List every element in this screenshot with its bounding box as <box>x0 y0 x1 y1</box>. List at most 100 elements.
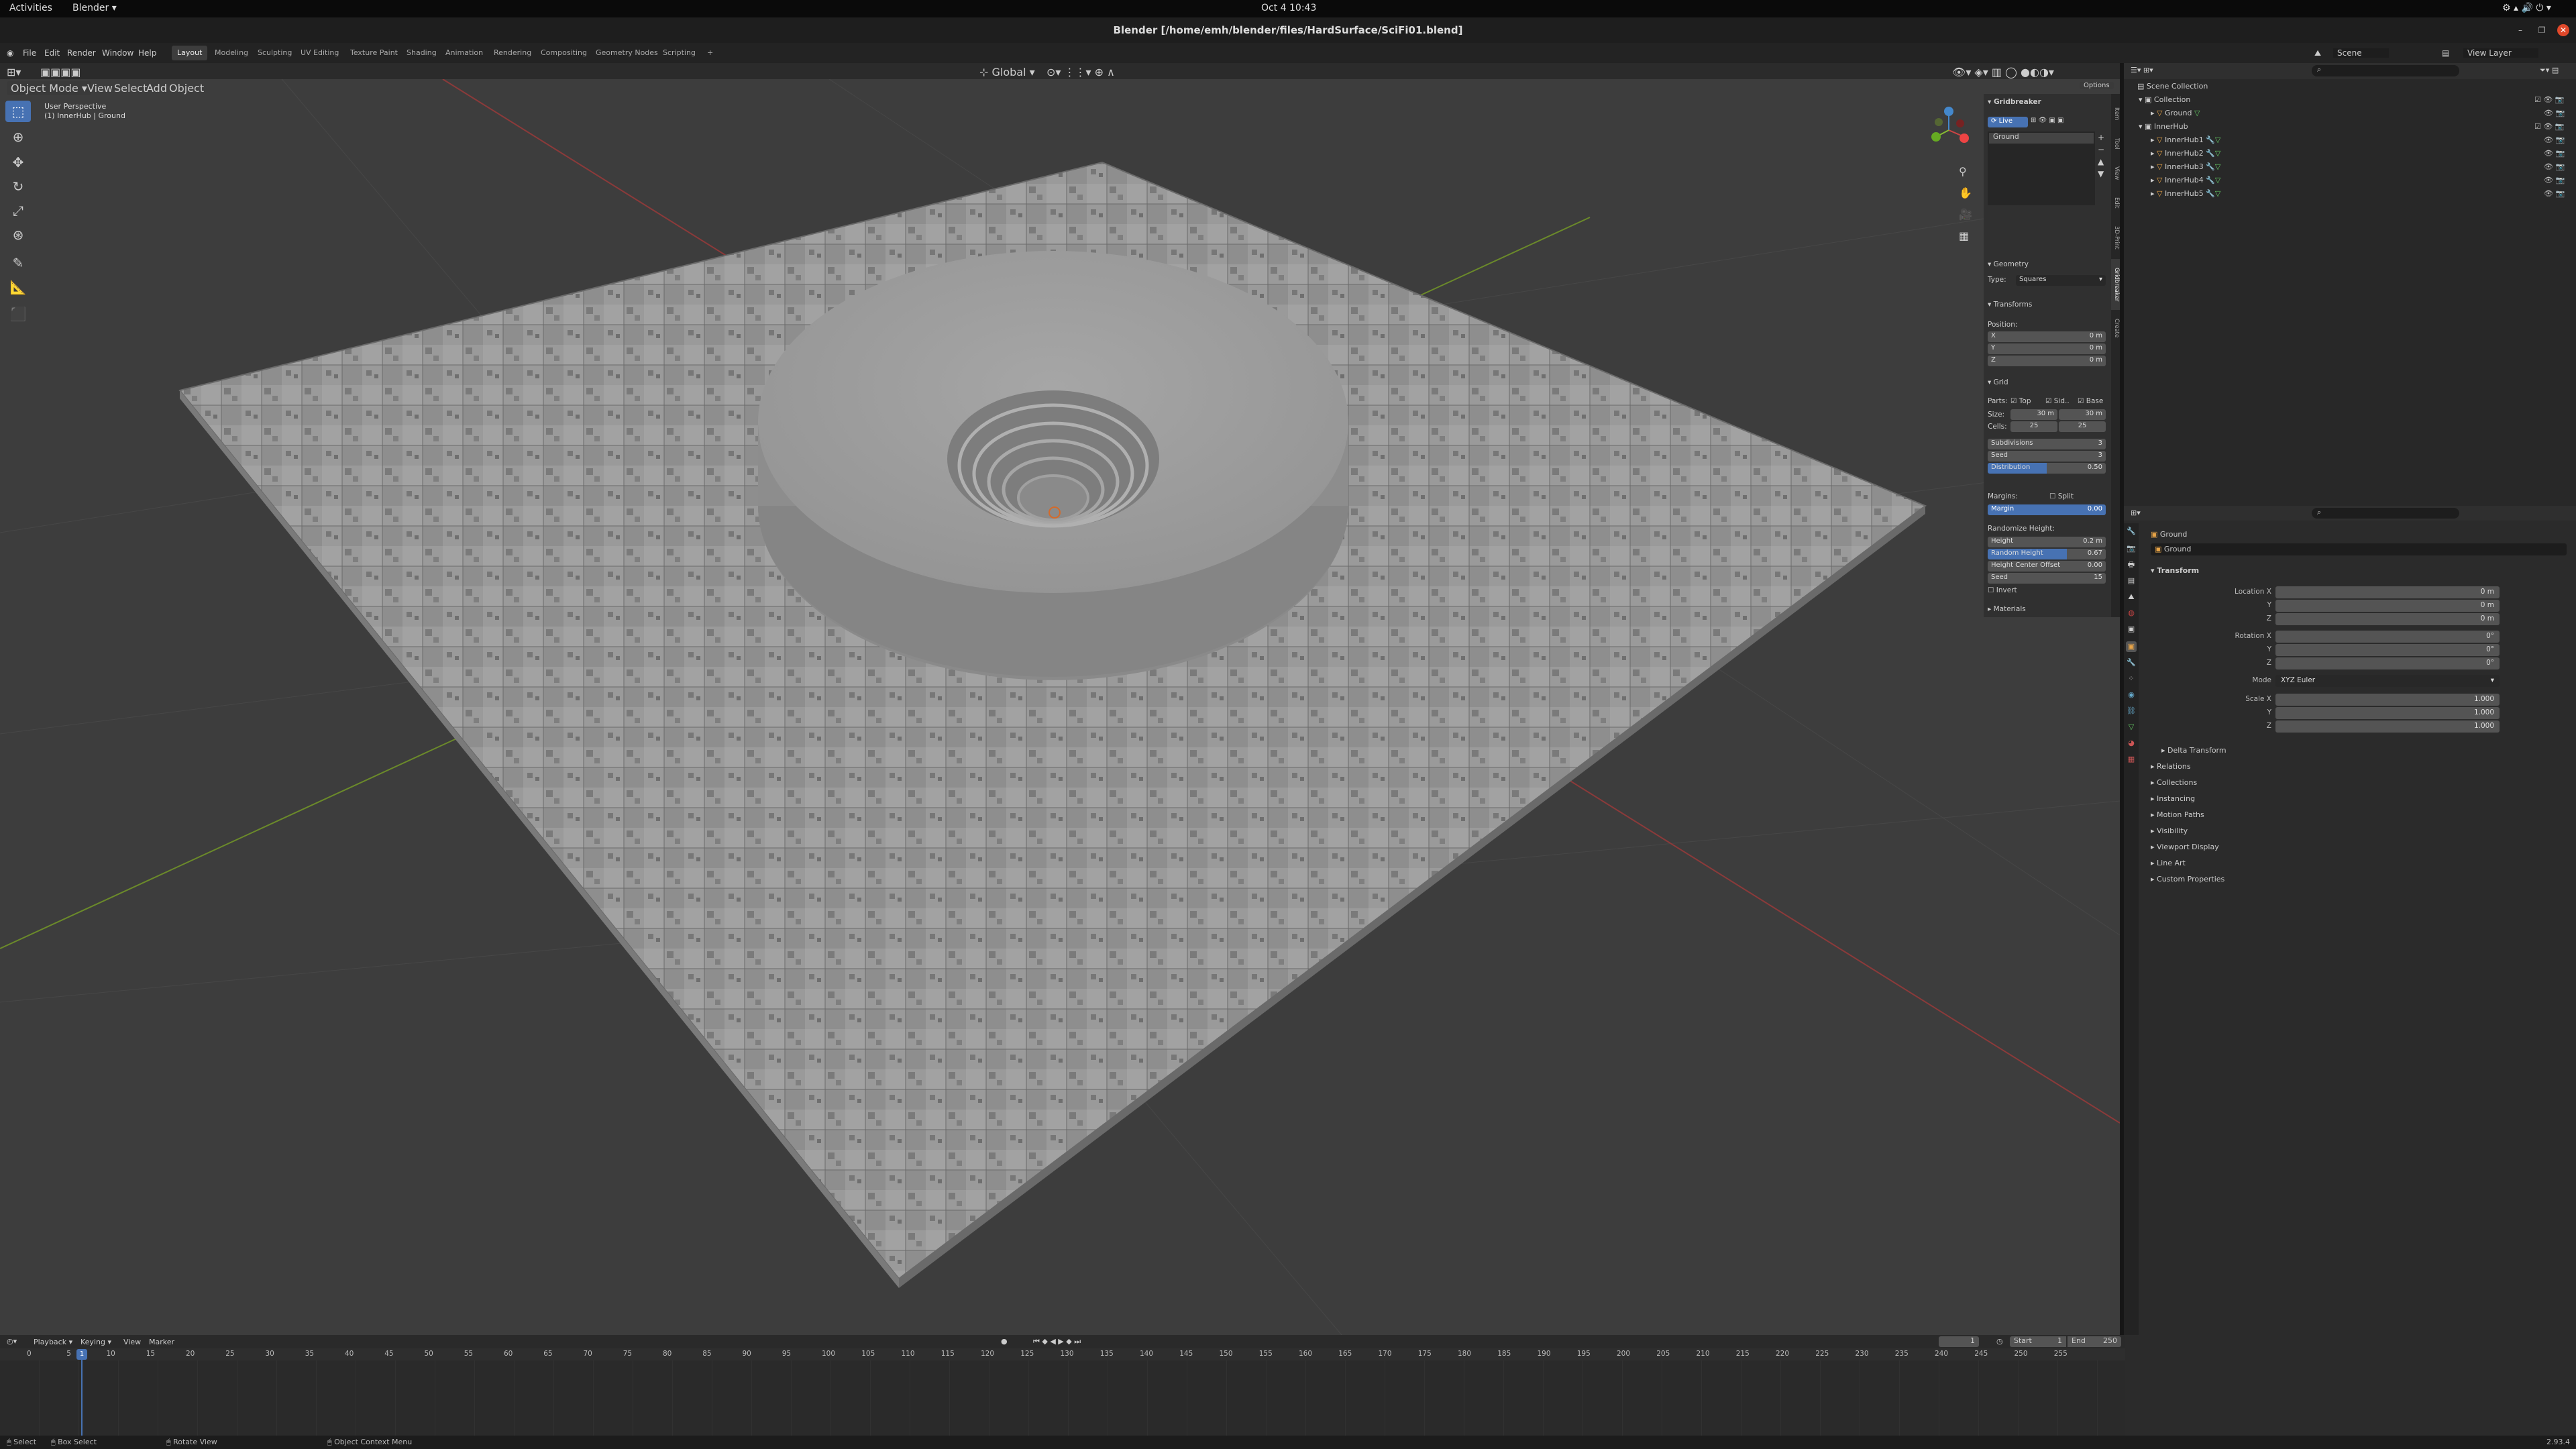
navigation-gizmo[interactable] <box>1919 103 1979 157</box>
activities-button[interactable]: Activities <box>9 3 52 13</box>
tab-3d-print[interactable]: 3D-Print <box>2111 219 2120 256</box>
timeline-track-area[interactable] <box>0 1360 2125 1436</box>
menu-render[interactable]: Render <box>67 48 96 58</box>
playback-controls[interactable]: ⏮ ◆ ◀ ▶ ◆ ⏭ <box>1033 1337 1081 1346</box>
scale-y-field[interactable]: 1.000 <box>2275 707 2500 719</box>
physics-tab-icon[interactable]: ◉ <box>2126 690 2137 700</box>
tab-edit[interactable]: Edit <box>2111 189 2120 216</box>
snap-icons[interactable]: ⊙▾ ⋮⋮▾ ⊕ ∧ <box>1046 66 1115 78</box>
end-frame-field[interactable]: End 250 <box>2068 1336 2121 1347</box>
timeline-editor-icon[interactable]: ◴▾ <box>7 1337 17 1346</box>
current-frame-field[interactable]: 1 <box>1939 1336 1979 1347</box>
menu-keying[interactable]: Keying ▾ <box>80 1338 111 1346</box>
menu-playback[interactable]: Playback ▾ <box>34 1338 72 1346</box>
viewport-nav-buttons[interactable]: ⚲ ✋ 🎥 ▦ <box>1959 161 1972 247</box>
rotation-y-field[interactable]: 0° <box>2275 644 2500 656</box>
distribution-slider[interactable]: Distribution 0.50 <box>1988 463 2106 474</box>
workspace-tab-compositing[interactable]: Compositing <box>535 46 592 60</box>
menu-file[interactable]: File <box>23 48 36 58</box>
custom-properties-header[interactable]: ▸ Custom Properties <box>2151 875 2224 883</box>
height-field[interactable]: Height 0.2 m <box>1988 537 2106 547</box>
cells-x-field[interactable]: 25 <box>2010 421 2057 432</box>
select-mode-icons[interactable]: ▣▣▣▣ <box>40 66 80 78</box>
height-center-offset-field[interactable]: Height Center Offset 0.00 <box>1988 561 2106 572</box>
record-icon[interactable]: ● <box>1001 1337 1008 1346</box>
add-cube-tool-icon[interactable]: ⬛ <box>5 303 31 325</box>
outliner-item-collection[interactable]: ▾ ▣ Collection ☑ 👁 📷 <box>2124 95 2576 109</box>
outliner-item-innerhub4[interactable]: ▸ ▽ InnerHub4 🔧▽ 👁 📷 <box>2124 176 2576 189</box>
rotation-mode-dropdown[interactable]: XYZ Euler ▾ <box>2275 675 2500 687</box>
outliner-editor-icon[interactable]: ☰▾ ⊞▾ <box>2131 66 2153 74</box>
start-frame-field[interactable]: Start 1 <box>2010 1336 2066 1347</box>
rotation-z-field[interactable]: 0° <box>2275 657 2500 669</box>
live-icons[interactable]: ⊞ 👁 ▣ ▣ <box>2031 117 2064 124</box>
list-side-buttons[interactable]: + − ▲ ▼ <box>2098 131 2104 180</box>
clock[interactable]: Oct 4 10:43 <box>1261 3 1316 13</box>
menu-view[interactable]: View <box>87 82 113 95</box>
transform-tool-icon[interactable]: ⊛ <box>5 224 31 246</box>
texture-tab-icon[interactable]: ▦ <box>2126 754 2137 765</box>
maximize-icon[interactable]: ❐ <box>2536 24 2548 36</box>
add-workspace-button[interactable]: + <box>702 46 718 60</box>
part-base-checkbox[interactable]: ☑ Base <box>2078 397 2103 405</box>
3d-viewport[interactable]: ⊞▾ ▣▣▣▣ ⊹ Global ▾ ⊙▾ ⋮⋮▾ ⊕ ∧ 👁▾ ◈▾ ▥ ◯ … <box>0 63 2120 1335</box>
workspace-tab-shading[interactable]: Shading <box>401 46 442 60</box>
menu-edit[interactable]: Edit <box>44 48 60 58</box>
outliner-item-innerhub3[interactable]: ▸ ▽ InnerHub3 🔧▽ 👁 📷 <box>2124 162 2576 176</box>
part-side-checkbox[interactable]: ☑ Sid.. <box>2045 397 2070 405</box>
menu-add[interactable]: Add <box>146 82 167 95</box>
invert-checkbox[interactable]: ☐ Invert <box>1988 586 2017 594</box>
minimize-icon[interactable]: – <box>2514 24 2526 36</box>
scene-tab-icon[interactable]: ⛰ <box>2126 592 2137 602</box>
transforms-header[interactable]: ▾ Transforms <box>1988 301 2107 312</box>
close-icon[interactable]: ✕ <box>2557 24 2569 36</box>
editor-type-icon[interactable]: ⊞▾ <box>7 66 21 78</box>
modifier-tab-icon[interactable]: 🔧 <box>2126 657 2137 668</box>
outliner-item-innerhub5[interactable]: ▸ ▽ InnerHub5 🔧▽ 👁 📷 <box>2124 189 2576 203</box>
outliner-item-innerhub1[interactable]: ▸ ▽ InnerHub1 🔧▽ 👁 📷 <box>2124 136 2576 149</box>
position-x-field[interactable]: X0 m <box>1988 331 2106 342</box>
size-y-field[interactable]: 30 m <box>2059 409 2106 420</box>
overlay-icons[interactable]: 👁▾ ◈▾ ▥ ◯ ●◐◑▾ <box>1952 66 2054 78</box>
workspace-tab-scripting[interactable]: Scripting <box>657 46 701 60</box>
workspace-tab-texture-paint[interactable]: Texture Paint <box>345 46 403 60</box>
delta-transform-header[interactable]: ▸ Delta Transform <box>2161 746 2226 755</box>
particles-tab-icon[interactable]: ⁘ <box>2126 674 2137 684</box>
motion-paths-header[interactable]: ▸ Motion Paths <box>2151 810 2204 819</box>
menu-help[interactable]: Help <box>138 48 156 58</box>
part-top-checkbox[interactable]: ☑ Top <box>2010 397 2031 405</box>
tab-gridbreaker[interactable]: Gridbreaker <box>2111 259 2120 310</box>
world-tab-icon[interactable]: ◍ <box>2126 608 2137 619</box>
split-checkbox[interactable]: ☐ Split <box>2049 492 2074 500</box>
position-y-field[interactable]: Y0 m <box>1988 343 2106 354</box>
list-item-ground[interactable]: Ground <box>1989 133 2094 144</box>
view-layer-tab-icon[interactable]: ▤ <box>2126 576 2137 586</box>
view-layer-name[interactable]: View Layer <box>2463 48 2538 58</box>
filter-icon[interactable]: ⏷▾ ▤ <box>2540 66 2559 75</box>
gridbreaker-header[interactable]: ▾ Gridbreaker <box>1988 98 2107 109</box>
scene-name[interactable]: Scene <box>2333 48 2389 58</box>
seed2-field[interactable]: Seed 15 <box>1988 573 2106 584</box>
menu-view-timeline[interactable]: View <box>123 1338 141 1346</box>
scale-tool-icon[interactable]: ⤢ <box>5 200 31 221</box>
workspace-tab-rendering[interactable]: Rendering <box>488 46 537 60</box>
scale-x-field[interactable]: 1.000 <box>2275 694 2500 706</box>
workspace-tab-sculpting[interactable]: Sculpting <box>252 46 297 60</box>
location-z-field[interactable]: 0 m <box>2275 613 2500 625</box>
data-tab-icon[interactable]: ▽ <box>2126 722 2137 733</box>
scene-icon[interactable]: ⛰ <box>2314 48 2321 58</box>
frame-ruler[interactable]: 0 5 10 15 20 25 30 35 40 45 50 55 60 65 70 75 80 85 90 95 10… <box>0 1348 2125 1360</box>
app-menu[interactable]: Blender ▾ <box>72 3 117 13</box>
location-x-field[interactable]: 0 m <box>2275 586 2500 598</box>
workspace-tab-modeling[interactable]: Modeling <box>209 46 254 60</box>
gridbreaker-list[interactable]: Ground <box>1988 131 2095 205</box>
materials-header[interactable]: ▸ Materials <box>1988 605 2107 616</box>
visibility-header[interactable]: ▸ Visibility <box>2151 826 2188 835</box>
render-tab-icon[interactable]: 📷 <box>2126 543 2137 554</box>
instancing-header[interactable]: ▸ Instancing <box>2151 794 2195 803</box>
outliner-item-ground[interactable]: ▸ ▽ Ground ▽ 👁 📷 <box>2124 109 2576 122</box>
constraints-tab-icon[interactable]: ⛓ <box>2126 706 2137 716</box>
outliner-item-innerhub2[interactable]: ▸ ▽ InnerHub2 🔧▽ 👁 📷 <box>2124 149 2576 162</box>
transform-orientation[interactable]: ⊹ Global ▾ <box>979 66 1035 78</box>
workspace-tab-uv-editing[interactable]: UV Editing <box>295 46 344 60</box>
